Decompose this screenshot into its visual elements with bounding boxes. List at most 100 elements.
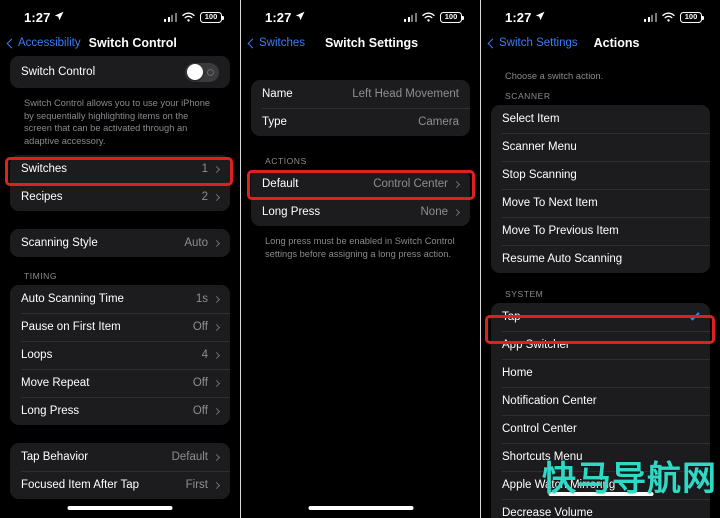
status-bar-right: 100 (404, 11, 464, 23)
row-label: Switch Control (21, 66, 96, 78)
chevron-right-icon (212, 481, 221, 489)
row-label: Long Press (262, 206, 321, 218)
row-label: Select Item (502, 112, 560, 125)
row-value: None (420, 206, 449, 218)
back-label: Accessibility (18, 37, 81, 49)
page-title: Actions (593, 36, 640, 50)
row-label: Decrease Volume (502, 506, 593, 518)
action-item-home[interactable]: Home (491, 358, 710, 387)
chevron-right-icon (212, 239, 221, 247)
chevron-right-icon (212, 379, 221, 387)
battery-icon: 100 (440, 11, 464, 23)
action-item-move-to-previous-item[interactable]: Move To Previous Item (491, 216, 710, 245)
long-press-description: Long press must be enabled in Switch Con… (265, 236, 455, 259)
wifi-icon (662, 12, 675, 22)
chevron-right-icon (212, 323, 221, 331)
row-recipes[interactable]: Recipes 2 (10, 183, 230, 211)
cellular-bars-icon (644, 12, 657, 22)
row-tap-behavior[interactable]: Tap Behavior Default (10, 443, 230, 471)
action-item-control-center[interactable]: Control Center (491, 414, 710, 443)
panel1-content: Switch Control Switch Control allows you… (0, 56, 240, 500)
panel-switch-settings: 1:27 100 Switches Switch Settings Name L… (240, 0, 480, 518)
group-scanner-actions: Select Item Scanner Menu Stop Scanning M… (491, 104, 710, 273)
location-arrow-icon (55, 11, 64, 21)
row-value: 1s (195, 293, 208, 306)
row-label: Switches (21, 163, 68, 176)
status-bar: 1:27 100 (241, 0, 480, 30)
row-name[interactable]: Name Left Head Movement (251, 80, 470, 108)
action-item-tap[interactable]: Tap (491, 303, 710, 331)
row-switch-control[interactable]: Switch Control (10, 56, 230, 88)
row-move-repeat[interactable]: Move Repeat Off (10, 369, 230, 397)
chevron-right-icon (452, 208, 461, 216)
row-default-action[interactable]: Default Control Center (251, 170, 470, 198)
row-label: Move To Previous Item (502, 224, 619, 237)
panel3-content: Choose a switch action. SCANNER Select I… (481, 56, 720, 518)
row-long-press[interactable]: Long Press Off (10, 397, 230, 425)
row-label: Loops (21, 349, 53, 362)
cellular-bars-icon (164, 12, 177, 22)
panel-actions-list: 1:27 100 Switch Settings Actions Choose … (480, 0, 720, 518)
nav-bar: Switches Switch Settings (241, 30, 480, 56)
row-value: First (185, 479, 208, 492)
row-label: Move To Next Item (502, 196, 598, 209)
row-label: Tap Behavior (21, 451, 89, 464)
action-item-notification-center[interactable]: Notification Center (491, 386, 710, 415)
action-item-select-item[interactable]: Select Item (491, 105, 710, 133)
home-indicator (67, 506, 173, 510)
row-auto-scanning-time[interactable]: Auto Scanning Time 1s (10, 285, 230, 313)
battery-icon: 100 (680, 11, 704, 23)
row-label: Home (502, 366, 533, 379)
back-button-accessibility[interactable]: Accessibility (6, 37, 81, 49)
battery-icon: 100 (200, 11, 224, 23)
row-focused-item-after-tap[interactable]: Focused Item After Tap First (10, 471, 230, 499)
status-bar: 1:27 100 (0, 0, 240, 30)
battery-level: 100 (444, 12, 458, 22)
back-button-switches[interactable]: Switches (247, 37, 305, 49)
row-type[interactable]: Type Camera (251, 108, 470, 136)
toggle-knob (186, 64, 203, 80)
action-item-app-switcher[interactable]: App Switcher (491, 330, 710, 359)
status-bar-left: 1:27 (265, 10, 305, 25)
chevron-right-icon (212, 165, 221, 173)
status-bar: 1:27 100 (481, 0, 720, 30)
chevron-right-icon (212, 351, 221, 359)
battery-level: 100 (204, 12, 218, 22)
row-label: Control Center (502, 422, 577, 435)
chevron-right-icon (212, 193, 221, 201)
status-bar-left: 1:27 (505, 10, 545, 25)
row-pause-on-first-item[interactable]: Pause on First Item Off (10, 313, 230, 341)
row-scanning-style[interactable]: Scanning Style Auto (10, 229, 230, 257)
row-value: 2 (201, 191, 208, 204)
status-time: 1:27 (24, 9, 51, 25)
chevron-left-icon (247, 38, 258, 48)
row-label: App Switcher (502, 338, 570, 351)
status-bar-right: 100 (644, 11, 704, 23)
back-label: Switch Settings (499, 37, 578, 49)
action-item-decrease-volume[interactable]: Decrease Volume (491, 498, 710, 518)
row-value: Default (171, 451, 208, 464)
action-item-scanner-menu[interactable]: Scanner Menu (491, 132, 710, 161)
row-switches[interactable]: Switches 1 (10, 155, 230, 183)
action-item-move-to-next-item[interactable]: Move To Next Item (491, 188, 710, 217)
group-timing: Auto Scanning Time 1s Pause on First Ite… (10, 285, 230, 426)
group-switch-control-toggle: Switch Control (10, 56, 230, 88)
back-button-switch-settings[interactable]: Switch Settings (487, 37, 578, 49)
action-item-stop-scanning[interactable]: Stop Scanning (491, 160, 710, 189)
row-label: Name (262, 88, 293, 100)
row-long-press-action[interactable]: Long Press None (251, 198, 470, 226)
switch-control-description: Switch Control allows you to use your iP… (24, 98, 211, 146)
switch-control-toggle[interactable] (185, 62, 219, 82)
status-time: 1:27 (265, 9, 292, 25)
row-value: Auto (184, 237, 208, 250)
action-item-resume-auto-scanning[interactable]: Resume Auto Scanning (491, 244, 710, 273)
status-bar-right: 100 (164, 11, 224, 23)
location-arrow-icon (536, 11, 545, 21)
row-loops[interactable]: Loops 4 (10, 341, 230, 369)
section-header-scanner: SCANNER (505, 90, 551, 101)
cellular-bars-icon (404, 12, 417, 22)
row-label: Move Repeat (21, 377, 90, 390)
row-label: Scanner Menu (502, 140, 577, 153)
